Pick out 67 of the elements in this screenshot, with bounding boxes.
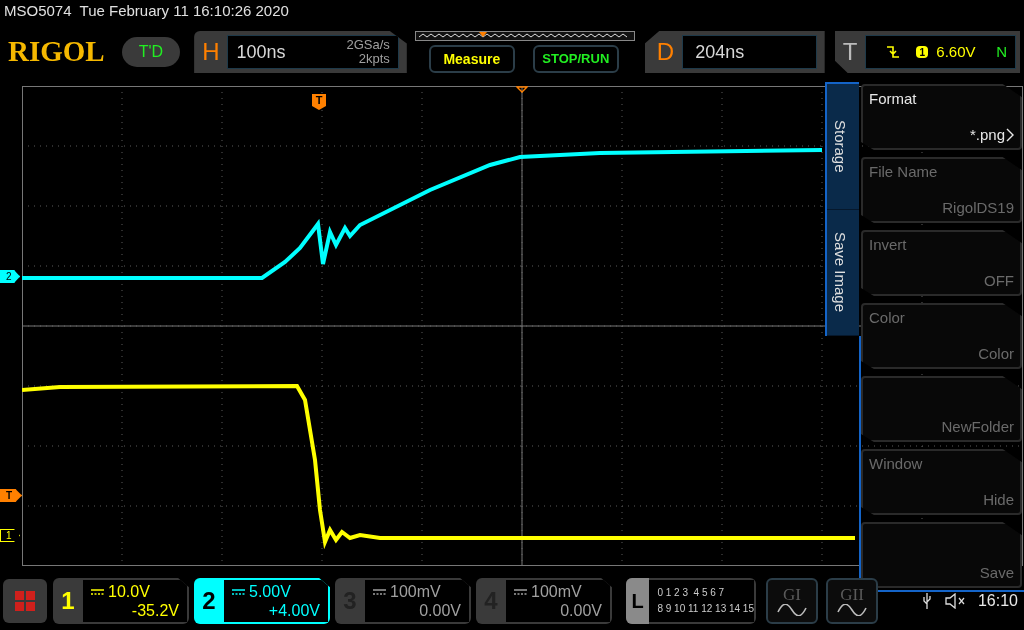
channel-scale: 5.00V xyxy=(249,582,291,601)
falling-edge-icon xyxy=(886,45,901,59)
softkey-label: Format xyxy=(869,89,918,109)
softkey-value: OFF xyxy=(984,270,1014,291)
trigger-source-badge: 1 xyxy=(916,46,929,58)
dc-coupling-icon xyxy=(232,588,245,595)
horizontal-panel[interactable]: H 100ns 2GSa/s 2kpts xyxy=(194,31,407,73)
channel-level-marker: 2 xyxy=(0,270,20,283)
muted-speaker-icon xyxy=(943,593,966,609)
softkey-label: Window xyxy=(869,454,924,474)
softkey-value: Color xyxy=(978,343,1014,364)
measure-button[interactable]: Measure xyxy=(428,45,515,73)
trigger-panel[interactable]: T 1 6.60V N xyxy=(834,31,1020,73)
softkey-value: RigolDS19 xyxy=(942,197,1014,218)
logic-label: L xyxy=(626,578,650,624)
logic-bits: 0 1 2 3 4 5 6 7 xyxy=(657,586,726,600)
softkey-label: Color xyxy=(869,308,906,328)
trigger-position-marker: T xyxy=(312,94,326,110)
softkey-label: Invert xyxy=(869,235,908,255)
run-state-badge: T'D xyxy=(121,37,181,67)
softkey-value: *.png xyxy=(969,124,1005,145)
channel-level-marker: 1 xyxy=(0,529,20,542)
dc-coupling-icon xyxy=(91,588,104,595)
memory-depth: 2kpts xyxy=(358,52,390,66)
sine-wave-icon xyxy=(777,604,807,616)
channel-panel[interactable]: 2 5.00V +4.00V xyxy=(194,578,330,624)
sine-wave-icon xyxy=(837,604,867,616)
usb-icon xyxy=(921,592,932,610)
channel-offset: 0.00V xyxy=(419,601,461,620)
channel-number: 1 xyxy=(60,586,76,616)
stop-run-button[interactable]: STOP/RUN xyxy=(532,45,619,73)
logic-bits: 8 9 10 11 12 13 14 15 xyxy=(657,602,754,616)
clock-time: 16:10 xyxy=(977,591,1018,611)
menu-tab[interactable]: Storage xyxy=(827,84,859,210)
channel-scale: 100mV xyxy=(390,582,441,601)
horizontal-label: H xyxy=(202,37,220,67)
trigger-label: T xyxy=(842,37,858,67)
channel-offset: 0.00V xyxy=(560,601,602,620)
delay-value: 204ns xyxy=(695,40,745,64)
trigger-level-marker: T xyxy=(0,489,22,502)
channel-scale: 10.0V xyxy=(108,582,150,601)
main-menu-button[interactable] xyxy=(3,579,47,623)
brand-logo: RIGOL xyxy=(8,34,106,70)
dc-coupling-icon xyxy=(514,588,527,595)
grid-icon xyxy=(14,590,36,612)
softkey-value: NewFolder xyxy=(941,416,1014,437)
logic-channel-panel[interactable]: L 0 1 2 3 4 5 6 7 8 9 10 11 12 13 14 15 xyxy=(626,578,756,624)
sample-rate: 2GSa/s xyxy=(346,38,390,52)
channel-scale: 100mV xyxy=(531,582,582,601)
trigger-delay-marker-icon xyxy=(516,86,528,93)
softkey-label: File Name xyxy=(869,162,939,182)
menu-softkey[interactable]: Format *.png xyxy=(861,84,1022,150)
dc-coupling-icon xyxy=(373,588,386,595)
delay-label: D xyxy=(656,37,675,67)
softkey-value: Hide xyxy=(983,489,1014,510)
channel-panel[interactable]: 1 10.0V -35.2V xyxy=(53,578,189,624)
softkey-value: Save xyxy=(979,562,1014,583)
date-time: Tue February 11 16:10:26 2020 xyxy=(79,0,289,21)
menu-tab[interactable]: Save Image xyxy=(827,210,859,336)
trigger-mode: N xyxy=(996,41,1007,62)
model-name: MSO5074 xyxy=(4,0,72,21)
channel-offset: -35.2V xyxy=(131,601,179,620)
channel-offset: +4.00V xyxy=(268,601,320,620)
timebase-value: 100ns xyxy=(236,40,286,64)
trigger-level: 6.60V xyxy=(936,41,976,62)
delay-panel[interactable]: D 204ns xyxy=(644,31,825,73)
channel-number: 2 xyxy=(201,586,217,616)
